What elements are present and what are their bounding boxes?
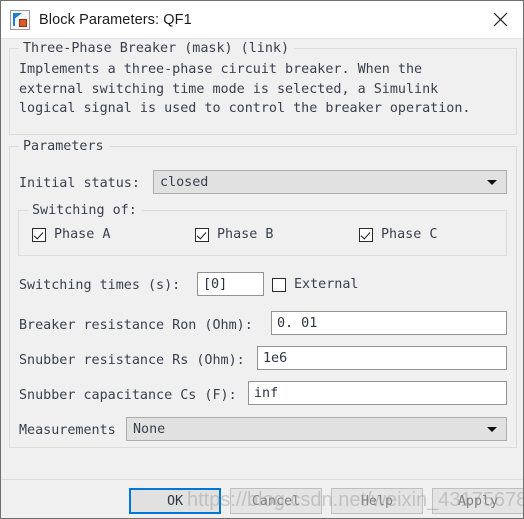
- ok-button[interactable]: OK: [129, 488, 221, 514]
- checkbox-phase-b[interactable]: Phase B: [195, 227, 273, 242]
- apply-button[interactable]: Apply: [432, 488, 523, 514]
- phase-a-label: Phase A: [54, 227, 111, 242]
- snubber-capacitance-value: inf: [254, 385, 279, 401]
- checkbox-external[interactable]: External: [272, 277, 359, 292]
- initial-status-label: Initial status:: [19, 176, 140, 191]
- snubber-capacitance-label: Snubber capacitance Cs (F):: [19, 388, 237, 403]
- description-text: Implements a three-phase circuit breaker…: [19, 62, 471, 116]
- snubber-capacitance-input[interactable]: inf: [248, 381, 507, 405]
- phase-c-checkbox-box: [359, 227, 373, 242]
- snubber-resistance-input[interactable]: 1e6: [257, 346, 507, 370]
- snubber-resistance-value: 1e6: [263, 350, 288, 366]
- block-parameters-dialog: Block Parameters: QF1 Three-Phase Breake…: [0, 0, 524, 519]
- footer-separator: [1, 479, 523, 480]
- breaker-resistance-input[interactable]: 0. 01: [271, 311, 507, 335]
- chevron-down-icon: [487, 427, 497, 432]
- measurements-value: None: [133, 421, 166, 437]
- window-title: Block Parameters: QF1: [39, 11, 192, 28]
- switching-times-input[interactable]: [0]: [197, 272, 264, 296]
- switching-times-value: [0]: [203, 276, 228, 292]
- initial-status-value: closed: [160, 174, 209, 190]
- checkbox-phase-c[interactable]: Phase C: [359, 227, 437, 242]
- switching-of-legend: Switching of:: [28, 202, 142, 219]
- initial-status-dropdown[interactable]: closed: [153, 170, 507, 194]
- phase-b-label: Phase B: [217, 227, 274, 242]
- description-group-legend: Three-Phase Breaker (mask) (link): [19, 40, 295, 57]
- cancel-button[interactable]: Cancel: [230, 488, 322, 514]
- switching-of-group: Switching of: Phase A Phase B Phase C: [18, 202, 507, 256]
- parameters-group: Parameters Initial status: closed Switch…: [9, 138, 517, 448]
- switching-times-label: Switching times (s):: [19, 278, 181, 293]
- title-bar: Block Parameters: QF1: [1, 1, 523, 39]
- close-icon[interactable]: [478, 1, 523, 38]
- measurements-label: Measurements: [19, 423, 116, 438]
- breaker-resistance-value: 0. 01: [277, 315, 318, 331]
- simulink-block-icon: [10, 9, 30, 30]
- chevron-down-icon: [487, 180, 497, 185]
- phase-b-checkbox-box: [195, 227, 209, 242]
- measurements-dropdown[interactable]: None: [126, 417, 507, 441]
- description-group: Three-Phase Breaker (mask) (link) Implem…: [9, 40, 517, 135]
- parameters-group-legend: Parameters: [19, 138, 109, 155]
- external-label: External: [294, 277, 359, 292]
- breaker-resistance-label: Breaker resistance Ron (Ohm):: [19, 318, 253, 333]
- snubber-resistance-label: Snubber resistance Rs (Ohm):: [19, 353, 245, 368]
- checkbox-phase-a[interactable]: Phase A: [32, 227, 110, 242]
- phase-c-label: Phase C: [381, 227, 438, 242]
- external-checkbox-box: [272, 277, 286, 292]
- phase-a-checkbox-box: [32, 227, 46, 242]
- help-button[interactable]: Help: [331, 488, 423, 514]
